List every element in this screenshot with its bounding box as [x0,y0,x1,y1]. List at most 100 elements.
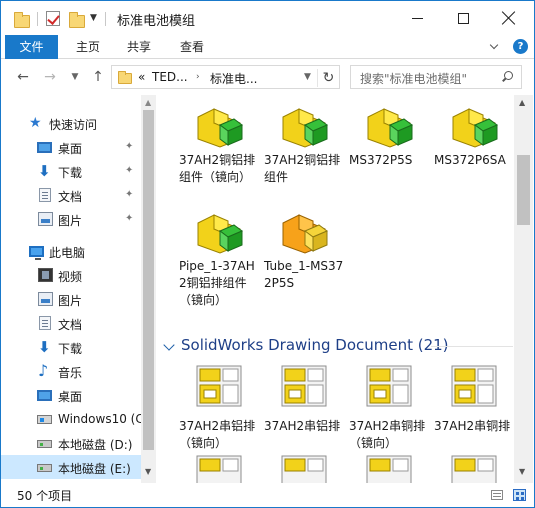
search-placeholder: 搜索"标准电池模组" [360,72,468,86]
recent-locations-chevron-icon[interactable]: ▼ [66,68,84,86]
solidworks-drawing-icon [451,365,497,407]
close-button[interactable] [486,1,532,35]
drive-icon [37,440,52,448]
nav-this-pc[interactable]: 此电脑 [1,239,141,263]
nav-item-pc-downloads[interactable]: ⬇ 下载 [1,335,141,359]
properties-icon[interactable] [46,11,60,26]
nav-label: 此电脑 [49,246,86,260]
details-view-icon[interactable] [491,490,503,500]
nav-label: 图片 [58,294,83,308]
navigation-pane: ★ 快速访问 桌面 ✦ ⬇ 下载 ✦ 文档 ✦ 图片 ✦ 此电脑 视频 图片 文… [1,95,156,483]
close-icon [502,11,516,25]
address-segment-ted[interactable]: TED... [152,70,188,84]
content-scrollbar[interactable]: ▲ ▼ [514,95,533,483]
file-name: MS372P5S [349,153,413,167]
refresh-icon[interactable]: ↻ [317,69,339,87]
video-icon [38,268,53,282]
nav-item-videos[interactable]: 视频 [1,263,141,287]
address-bar[interactable]: « TED... › 标准电... ▼ ↻ [111,65,340,89]
pin-icon[interactable]: ✦ [125,165,133,176]
nav-item-music[interactable]: ♪ 音乐 [1,359,141,383]
large-icons-view-icon[interactable] [513,489,526,501]
solidworks-drawing-icon[interactable] [279,453,329,483]
new-folder-icon[interactable] [69,12,85,28]
file-view: 37AH2铜铝排组件（镜向） 37AH2铜铝排组件 MS372P5S MS372… [157,95,514,483]
solidworks-drawing-icon[interactable] [449,453,499,483]
window-title: 标准电池模组 [117,14,196,29]
solidworks-drawing-icon[interactable] [194,453,244,483]
back-arrow-icon[interactable]: ← [14,68,32,86]
scroll-down-icon[interactable]: ▼ [519,467,525,476]
pictures-icon [38,292,53,306]
pin-icon[interactable]: ✦ [125,189,133,200]
title-bar: ▼ 标准电池模组 [1,1,534,35]
solidworks-part-icon [282,108,328,148]
address-history-dropdown-icon[interactable]: ▼ [304,72,311,82]
solidworks-drawing-icon[interactable] [364,453,414,483]
desktop-icon [37,142,52,153]
help-icon[interactable]: ? [513,39,528,54]
solidworks-drawing-icon [366,365,412,407]
windows-drive-icon [37,415,52,424]
forward-arrow-icon[interactable]: → [41,68,59,86]
computer-icon [29,246,44,260]
nav-label: 图片 [58,214,83,228]
scroll-down-icon[interactable]: ▼ [145,467,151,476]
maximize-button[interactable] [440,1,486,35]
nav-item-pc-documents[interactable]: 文档 [1,311,141,335]
pin-icon[interactable]: ✦ [125,141,133,152]
nav-item-pictures[interactable]: 图片 ✦ [1,207,141,231]
address-segment-current[interactable]: 标准电... [210,70,257,87]
document-icon [39,316,51,330]
breadcrumb-chevron-icon[interactable]: › [196,72,200,82]
nav-item-pc-pictures[interactable]: 图片 [1,287,141,311]
scroll-up-icon[interactable]: ▲ [145,98,151,107]
nav-label: Windows10 (C [58,412,144,426]
content-scroll-thumb[interactable] [517,155,530,225]
nav-item-desktop[interactable]: 桌面 ✦ [1,135,141,159]
search-icon[interactable] [501,71,513,83]
nav-label: 桌面 [58,142,83,156]
file-name: 37AH2铜铝排组件 [264,153,341,184]
nav-item-drive-e[interactable]: 本地磁盘 (E:) [1,455,141,479]
quick-access-separator [37,12,38,26]
nav-item-drive-c[interactable]: Windows10 (C [1,407,144,431]
nav-label: 桌面 [58,390,83,404]
nav-item-pc-desktop[interactable]: 桌面 [1,383,141,407]
minimize-icon [411,17,423,19]
nav-label: 快速访问 [49,118,98,132]
nav-item-drive-d[interactable]: 本地磁盘 (D:) [1,431,141,455]
solidworks-part-icon [197,108,243,148]
address-folder-icon [118,71,132,84]
nav-quick-access[interactable]: ★ 快速访问 [1,111,141,135]
minimize-button[interactable] [394,1,440,35]
solidworks-drawing-icon [281,365,327,407]
tab-file[interactable]: 文件 [5,35,58,59]
tab-view[interactable]: 查看 [171,35,213,59]
nav-scrollbar[interactable]: ▲ ▼ [141,95,156,483]
search-input[interactable]: 搜索"标准电池模组" [350,65,522,89]
nav-item-documents[interactable]: 文档 ✦ [1,183,141,207]
desktop-icon [37,390,52,401]
up-arrow-icon[interactable]: ↑ [89,68,107,86]
nav-scroll-thumb[interactable] [143,110,154,450]
tab-home[interactable]: 主页 [67,35,109,59]
expand-ribbon-chevron-icon[interactable] [490,41,500,51]
nav-label: 下载 [58,166,83,180]
file-name: 37AH2铜铝排组件（镜向） [179,153,256,184]
item-count: 50 个项目 [17,489,73,503]
ribbon-tabs: 文件 主页 共享 查看 ? [1,35,534,59]
nav-item-downloads[interactable]: ⬇ 下载 ✦ [1,159,141,183]
collapse-chevron-icon[interactable] [163,339,175,351]
folder-icon [14,12,30,28]
tab-share[interactable]: 共享 [118,35,160,59]
customize-toolbar-dropdown[interactable]: ▼ [90,13,97,23]
address-overflow[interactable]: « [138,70,145,84]
file-name: 37AH2串铜排 [434,419,511,433]
explorer-window: ▼ 标准电池模组 文件 主页 共享 查看 ? ← → ▼ ↑ « TED... … [0,0,535,508]
pin-icon[interactable]: ✦ [125,213,133,224]
nav-label: 下载 [58,342,83,356]
group-divider [431,346,513,347]
scroll-up-icon[interactable]: ▲ [519,98,525,107]
nav-label: 音乐 [58,366,83,380]
